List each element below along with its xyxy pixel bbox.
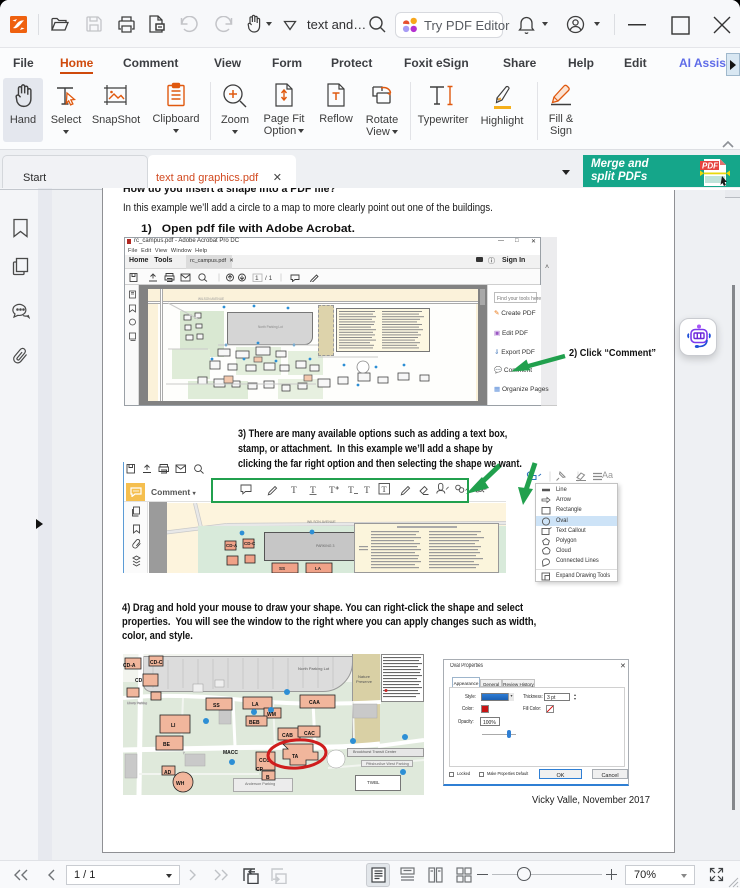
svg-text:WH: WH: [176, 781, 185, 787]
svg-text:SS: SS: [213, 703, 220, 709]
svg-text:CAC: CAC: [304, 731, 315, 737]
svg-text:/ 1: / 1: [265, 275, 273, 282]
svg-text:CAA: CAA: [309, 700, 320, 706]
svg-text:SS: SS: [279, 566, 285, 571]
svg-text:CAB: CAB: [282, 733, 293, 739]
svg-text:CD-C: CD-C: [244, 541, 256, 546]
svg-text:LI: LI: [171, 723, 176, 729]
svg-text:CD: CD: [135, 678, 143, 684]
svg-text:B: B: [266, 775, 270, 781]
svg-text:BE: BE: [163, 742, 171, 748]
svg-text:LA: LA: [315, 566, 322, 571]
svg-text:MACC: MACC: [223, 750, 238, 756]
svg-text:CD-A: CD-A: [123, 663, 136, 669]
svg-text:TA: TA: [292, 754, 299, 760]
svg-text:CD-A: CD-A: [226, 543, 238, 548]
svg-text:CP: CP: [256, 767, 264, 773]
svg-text:WM: WM: [267, 712, 276, 718]
svg-text:CD-C: CD-C: [150, 660, 163, 666]
svg-text:BEB: BEB: [249, 720, 260, 726]
svg-text:LA: LA: [252, 702, 259, 708]
svg-text:1: 1: [255, 275, 259, 282]
svg-text:AD: AD: [164, 770, 172, 776]
svg-text:PDF: PDF: [702, 162, 719, 171]
